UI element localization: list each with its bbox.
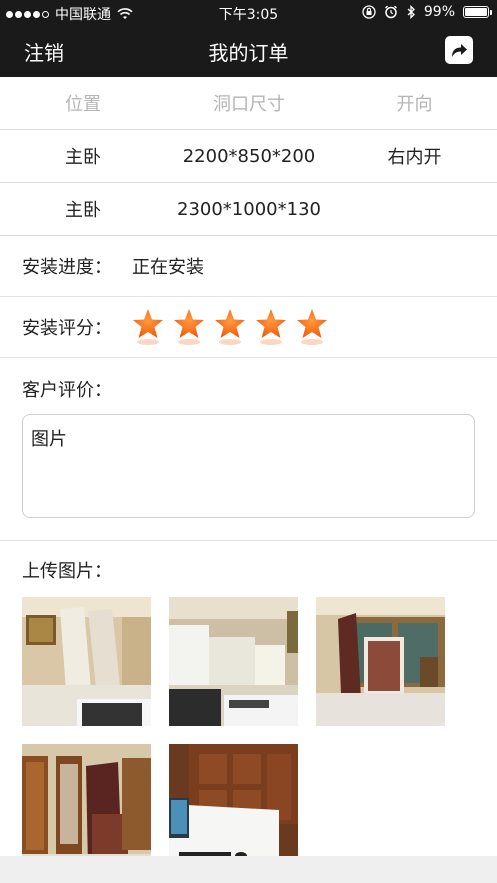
uploaded-photo-4[interactable] (22, 744, 151, 873)
star-icon[interactable] (296, 308, 328, 346)
cell-size: 2200*850*200 (182, 145, 316, 167)
star-icon[interactable] (255, 308, 287, 346)
column-header-location: 位置 (65, 94, 101, 115)
battery-icon (463, 6, 492, 18)
cell-direction: 右内开 (387, 147, 442, 168)
table-row: 主卧 2300*1000*130 (0, 183, 497, 236)
share-button[interactable] (445, 36, 473, 64)
star-icon[interactable] (132, 308, 164, 346)
nav-bar: 注销 我的订单 (0, 24, 497, 77)
column-header-direction: 开向 (396, 94, 433, 115)
star-icon[interactable] (214, 308, 246, 346)
table-header: 位置 洞口尺寸 开向 (0, 77, 497, 130)
bottom-bar (0, 856, 497, 883)
cell-size: 2300*1000*130 (177, 198, 321, 220)
star-icon[interactable] (173, 308, 205, 346)
rating-stars[interactable] (132, 308, 328, 346)
uploaded-photo-5[interactable] (169, 744, 298, 873)
table-row: 主卧 2200*850*200 右内开 (0, 130, 497, 183)
share-icon (452, 44, 467, 57)
battery-percent: 99% (423, 4, 455, 20)
bluetooth-icon (407, 5, 415, 19)
column-header-size: 洞口尺寸 (213, 94, 285, 115)
customer-review-input[interactable]: 图片 (22, 414, 475, 518)
cell-location: 主卧 (65, 147, 101, 168)
install-rating-row: 安装评分： (0, 297, 497, 358)
alarm-icon (384, 5, 397, 19)
photo-grid (22, 597, 482, 873)
status-bar: 中国联通 下午3:05 99% (0, 0, 497, 24)
install-progress-value: 正在安装 (132, 257, 204, 278)
status-right: 99% (362, 4, 492, 20)
upload-label: 上传图片： (22, 561, 112, 582)
main-content: 位置 洞口尺寸 开向 主卧 2200*850*200 右内开 主卧 2300*1… (0, 77, 497, 873)
uploaded-photo-3[interactable] (316, 597, 445, 726)
uploaded-photo-1[interactable] (22, 597, 151, 726)
install-rating-label: 安装评分： (22, 318, 112, 339)
install-progress-label: 安装进度： (22, 257, 112, 278)
customer-review-label: 客户评价： (22, 380, 112, 401)
install-progress-row: 安装进度： 正在安装 (0, 236, 497, 297)
page-title: 我的订单 (208, 41, 289, 65)
orientation-lock-icon (362, 5, 376, 19)
customer-review-section: 客户评价： 图片 (0, 358, 497, 541)
uploaded-photo-2[interactable] (169, 597, 298, 726)
upload-section: 上传图片： (0, 541, 497, 873)
cell-location: 主卧 (65, 200, 101, 221)
